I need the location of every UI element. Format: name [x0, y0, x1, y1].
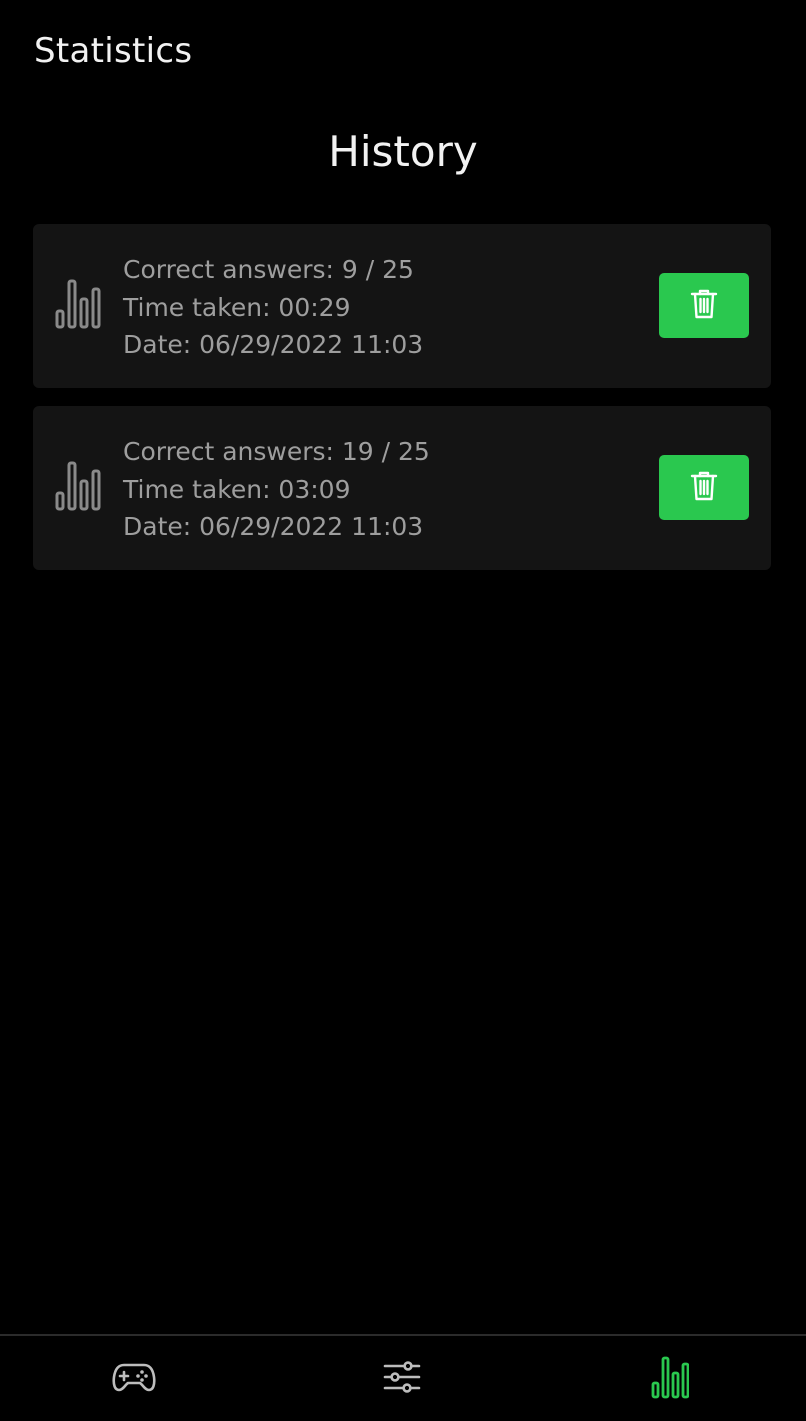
gamepad-icon [112, 1361, 156, 1397]
page-title: Statistics [34, 31, 193, 71]
nav-tab-statistics[interactable] [536, 1336, 804, 1421]
trash-icon [690, 470, 718, 506]
history-card: Correct answers: 19 / 25 Time taken: 03:… [33, 406, 771, 570]
bar-chart-icon [55, 460, 103, 512]
history-details: Correct answers: 19 / 25 Time taken: 03:… [123, 433, 430, 546]
history-details: Correct answers: 9 / 25 Time taken: 00:2… [123, 251, 423, 364]
nav-tab-game[interactable] [0, 1336, 268, 1421]
date-played: Date: 06/29/2022 11:03 [123, 512, 424, 541]
bottom-navigation [0, 1334, 806, 1421]
sliders-icon [383, 1360, 421, 1397]
delete-button[interactable] [659, 273, 749, 338]
time-taken: Time taken: 03:09 [123, 474, 351, 504]
nav-tab-settings[interactable] [268, 1336, 536, 1421]
history-list: Correct answers: 9 / 25 Time taken: 00:2… [33, 224, 771, 588]
history-heading: History [328, 127, 478, 176]
delete-button[interactable] [659, 455, 749, 520]
correct-answers: Correct answers: 9 / 25 [123, 255, 414, 284]
history-card: Correct answers: 9 / 25 Time taken: 00:2… [33, 224, 771, 388]
correct-answers: Correct answers: 19 / 25 [123, 437, 430, 466]
time-taken: Time taken: 00:29 [123, 292, 351, 322]
trash-icon [690, 288, 718, 324]
bar-chart-icon [651, 1355, 690, 1403]
bar-chart-icon [55, 278, 103, 330]
date-played: Date: 06/29/2022 11:03 [123, 330, 424, 359]
